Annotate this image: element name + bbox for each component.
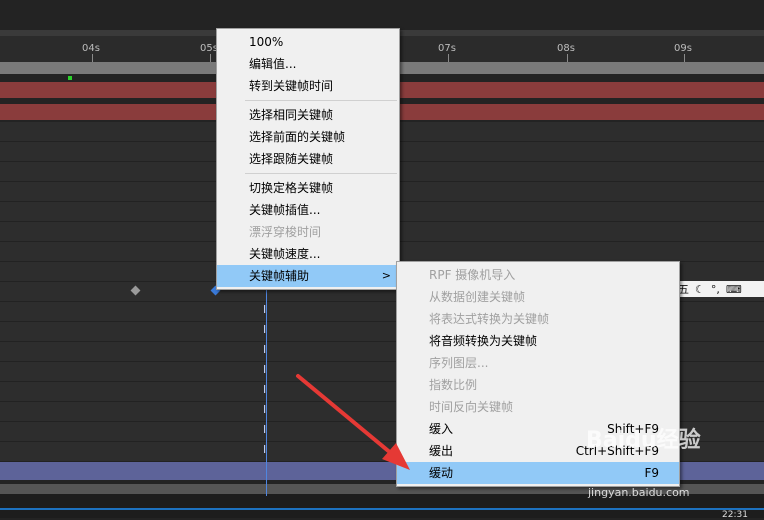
watermark-logo: Baidu经验 — [586, 428, 701, 453]
taskbar-clock: 22:31 — [722, 510, 748, 520]
watermark-url: jingyan.baidu.com — [588, 486, 690, 499]
